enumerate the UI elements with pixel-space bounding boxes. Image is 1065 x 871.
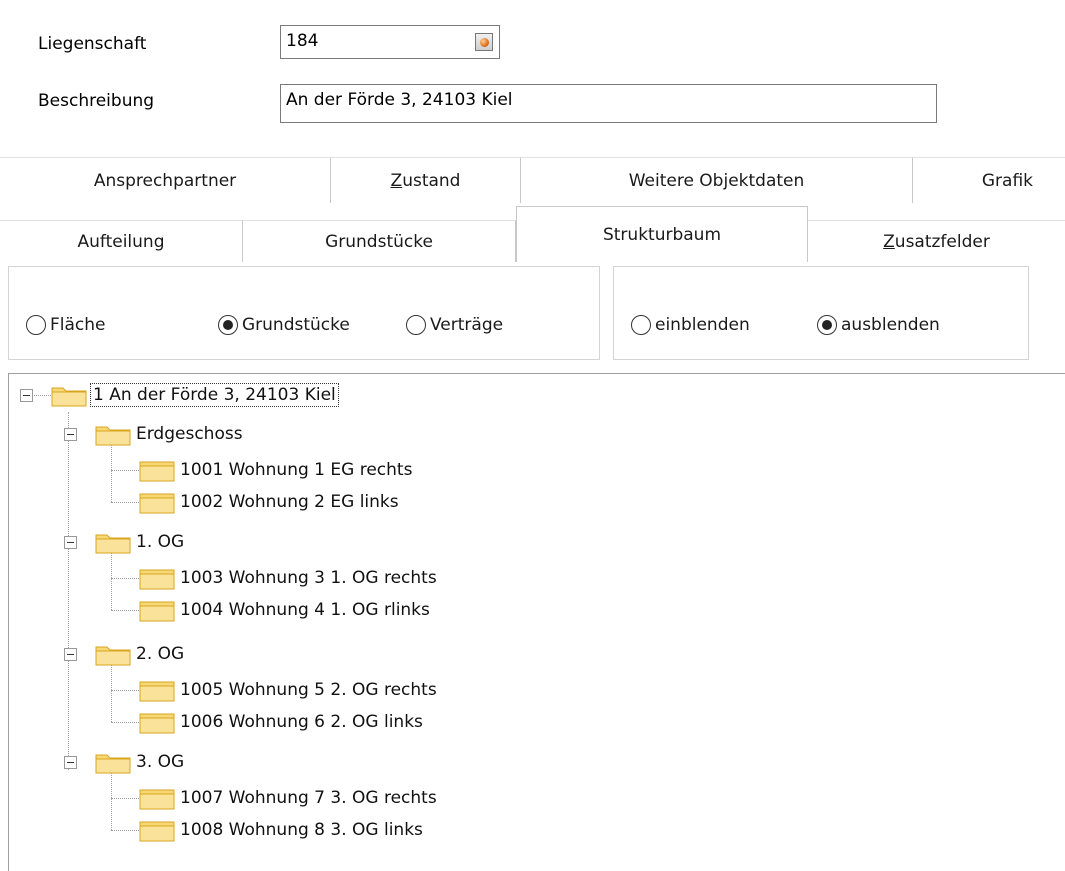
folder-icon bbox=[139, 786, 175, 810]
tree-node-floor[interactable]: 1. OG bbox=[95, 526, 186, 558]
tab-aufteilung[interactable]: Aufteilung bbox=[0, 220, 243, 262]
tree-node-label: 3. OG bbox=[136, 752, 185, 772]
tree-line bbox=[111, 552, 112, 610]
folder-icon bbox=[95, 750, 131, 774]
tree-node-floor[interactable]: Erdgeschoss bbox=[95, 418, 245, 450]
tree-line bbox=[111, 798, 139, 799]
tree-node-label: 1004 Wohnung 4 1. OG rlinks bbox=[180, 600, 430, 620]
radio-vertraege-label: Verträge bbox=[430, 315, 504, 335]
folder-icon bbox=[139, 490, 175, 514]
radio-vertraege[interactable]: Verträge bbox=[406, 315, 503, 335]
radio-grundstuecke-label: Grundstücke bbox=[242, 315, 350, 335]
structure-tree[interactable]: 1 An der Förde 3, 24103 Kiel Erdgeschoss… bbox=[8, 373, 1065, 871]
tree-node-label: 1005 Wohnung 5 2. OG rechts bbox=[180, 680, 437, 700]
folder-icon bbox=[139, 818, 175, 842]
tab-row-top: Ansprechpartner Zustand Weitere Objektda… bbox=[0, 157, 1065, 203]
display-option-group bbox=[613, 266, 1029, 360]
folder-icon bbox=[139, 710, 175, 734]
tree-node-floor[interactable]: 3. OG bbox=[95, 746, 186, 778]
tree-node-label: 1007 Wohnung 7 3. OG rechts bbox=[180, 788, 437, 808]
radio-flaeche-label: Fläche bbox=[50, 315, 106, 335]
tree-node-unit[interactable]: 1002 Wohnung 2 EG links bbox=[139, 486, 401, 518]
folder-icon bbox=[95, 422, 131, 446]
minus-box-icon[interactable] bbox=[20, 389, 33, 402]
tree-node-label: 1002 Wohnung 2 EG links bbox=[180, 492, 399, 512]
tree-node-label: 1003 Wohnung 3 1. OG rechts bbox=[180, 568, 437, 588]
tab-zusatzfelder-label: Zusatzfelder bbox=[883, 231, 990, 252]
tree-node-label: 1008 Wohnung 8 3. OG links bbox=[180, 820, 423, 840]
tree-node-label: 1006 Wohnung 6 2. OG links bbox=[180, 712, 423, 732]
beschreibung-input[interactable]: An der Förde 3, 24103 Kiel bbox=[280, 84, 937, 123]
tree-node-unit[interactable]: 1003 Wohnung 3 1. OG rechts bbox=[139, 562, 439, 594]
liegenschaft-label: Liegenschaft bbox=[38, 34, 147, 54]
tree-line bbox=[111, 664, 112, 722]
tree-line bbox=[111, 690, 139, 691]
folder-icon bbox=[139, 458, 175, 482]
minus-box-icon[interactable] bbox=[64, 756, 77, 769]
tab-strukturbaum[interactable]: Strukturbaum bbox=[516, 206, 808, 262]
tab-zustand[interactable]: Zustand bbox=[331, 157, 521, 203]
radio-flaeche[interactable]: Fläche bbox=[26, 315, 106, 335]
tree-node-unit[interactable]: 1005 Wohnung 5 2. OG rechts bbox=[139, 674, 439, 706]
tree-node-unit[interactable]: 1001 Wohnung 1 EG rechts bbox=[139, 454, 414, 486]
minus-box-icon[interactable] bbox=[64, 536, 77, 549]
liegenschaft-input[interactable]: 184 bbox=[280, 25, 500, 59]
tree-node-label: 1 An der Förde 3, 24103 Kiel bbox=[90, 383, 339, 407]
beschreibung-value: An der Förde 3, 24103 Kiel bbox=[286, 90, 513, 110]
radio-circle-selected bbox=[218, 315, 238, 335]
radio-ausblenden[interactable]: ausblenden bbox=[817, 315, 940, 335]
tree-line bbox=[111, 830, 139, 831]
lookup-icon[interactable] bbox=[475, 33, 493, 51]
tab-zusatzfelder[interactable]: Zusatzfelder bbox=[808, 220, 1065, 262]
folder-icon bbox=[139, 678, 175, 702]
tree-node-label: 2. OG bbox=[136, 644, 185, 664]
folder-icon bbox=[95, 530, 131, 554]
beschreibung-label: Beschreibung bbox=[38, 91, 155, 111]
tree-line bbox=[111, 444, 112, 502]
liegenschaft-value: 184 bbox=[286, 31, 319, 51]
radio-einblenden[interactable]: einblenden bbox=[631, 315, 750, 335]
tree-line bbox=[111, 578, 139, 579]
tree-node-label: 1001 Wohnung 1 EG rechts bbox=[180, 460, 413, 480]
view-option-group bbox=[8, 266, 600, 360]
folder-icon bbox=[139, 598, 175, 622]
tab-grundstuecke[interactable]: Grundstücke bbox=[243, 220, 516, 262]
radio-circle bbox=[631, 315, 651, 335]
tree-node-unit[interactable]: 1007 Wohnung 7 3. OG rechts bbox=[139, 782, 439, 814]
folder-icon bbox=[139, 566, 175, 590]
radio-circle bbox=[26, 315, 46, 335]
folder-icon bbox=[51, 383, 87, 407]
radio-circle-selected bbox=[817, 315, 837, 335]
tree-node-root[interactable]: 1 An der Förde 3, 24103 Kiel bbox=[51, 379, 339, 411]
radio-einblenden-label: einblenden bbox=[655, 315, 750, 335]
radio-ausblenden-label: ausblenden bbox=[841, 315, 940, 335]
minus-box-icon[interactable] bbox=[64, 428, 77, 441]
minus-box-icon[interactable] bbox=[64, 648, 77, 661]
tab-weitere-objektdaten[interactable]: Weitere Objektdaten bbox=[521, 157, 913, 203]
tree-node-unit[interactable]: 1006 Wohnung 6 2. OG links bbox=[139, 706, 425, 738]
tree-line bbox=[111, 502, 139, 503]
radio-grundstuecke[interactable]: Grundstücke bbox=[218, 315, 350, 335]
tab-zustand-label: Zustand bbox=[390, 170, 461, 191]
tab-grafik[interactable]: Grafik bbox=[913, 157, 1065, 203]
tree-line bbox=[111, 470, 139, 471]
tree-line bbox=[111, 722, 139, 723]
folder-icon bbox=[95, 642, 131, 666]
tree-line bbox=[111, 772, 112, 830]
tab-ansprechpartner[interactable]: Ansprechpartner bbox=[0, 157, 331, 203]
tree-node-unit[interactable]: 1004 Wohnung 4 1. OG rlinks bbox=[139, 594, 432, 626]
tab-row-bottom: Aufteilung Grundstücke Strukturbaum Zusa… bbox=[0, 206, 1065, 262]
tree-line bbox=[111, 610, 139, 611]
tree-node-label: 1. OG bbox=[136, 532, 185, 552]
tree-line bbox=[68, 412, 69, 770]
tree-node-floor[interactable]: 2. OG bbox=[95, 638, 186, 670]
tree-node-unit[interactable]: 1008 Wohnung 8 3. OG links bbox=[139, 814, 425, 846]
radio-circle bbox=[406, 315, 426, 335]
tree-node-label: Erdgeschoss bbox=[136, 424, 243, 444]
